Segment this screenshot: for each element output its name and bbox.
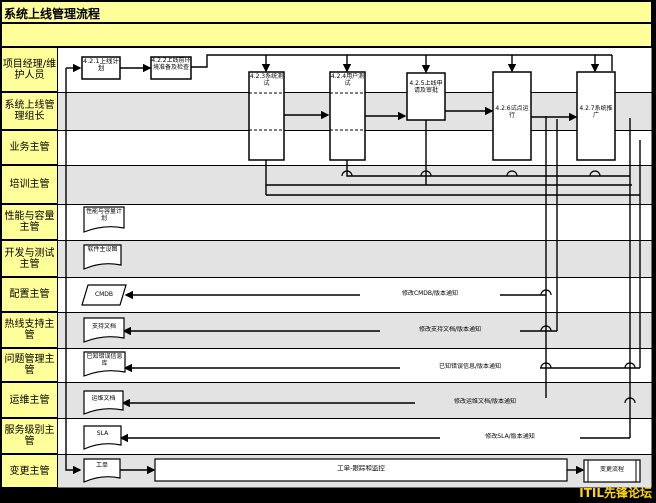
step-421-label: 4.2.1上线计划 xyxy=(82,58,120,72)
notice-sla-label: 修改SLA/版本通知 xyxy=(440,433,580,440)
step-423-label: 4.2.3系统测试 xyxy=(249,73,284,87)
notice-support-label: 修改支持文档/版本通知 xyxy=(380,326,520,333)
step-427-label: 4.2.7系统推广 xyxy=(579,105,613,119)
doc-support-label: 支持文档 xyxy=(91,323,116,330)
watermark: ITIL先锋论坛 xyxy=(579,486,652,500)
process-ticket-label: 工单-跟踪和监控 xyxy=(337,465,385,472)
step-426-label: 4.2.6试点运行 xyxy=(495,105,529,119)
doc-known-error-label: 已知错误信息库 xyxy=(86,353,123,367)
doc-sla-label: SLA xyxy=(96,430,109,437)
step-422-label: 4.2.2上线前环境准备及检查 xyxy=(151,57,191,71)
process-change-label: 变更流程 xyxy=(599,466,624,473)
doc-ops-label: 运维文档 xyxy=(91,395,116,402)
process-diagram: { "title": "系统上线管理流程", "lanes": [ {"labe… xyxy=(0,0,656,503)
notice-cmdb-label: 修改CMDB/版本通知 xyxy=(360,290,500,297)
notice-ops-label: 修改运维文档/版本通知 xyxy=(415,398,555,405)
doc-software-label: 软件主设图 xyxy=(87,246,118,253)
doc-capacity-label: 性能与容量计划 xyxy=(85,208,122,222)
notice-known-error-label: 已知错误信息/版本通知 xyxy=(400,363,540,370)
doc-ticket-label: 工单 xyxy=(95,462,108,469)
doc-cmdb-label: CMDB xyxy=(94,291,114,298)
step-425-label: 4.2.5上线申请及审批 xyxy=(409,80,443,94)
step-424-label: 4.2.4用户测试 xyxy=(330,73,365,87)
flow-canvas: 4.2.1上线计划 4.2.2上线前环境准备及检查 4.2.3系统测试 4.2.… xyxy=(0,46,653,489)
